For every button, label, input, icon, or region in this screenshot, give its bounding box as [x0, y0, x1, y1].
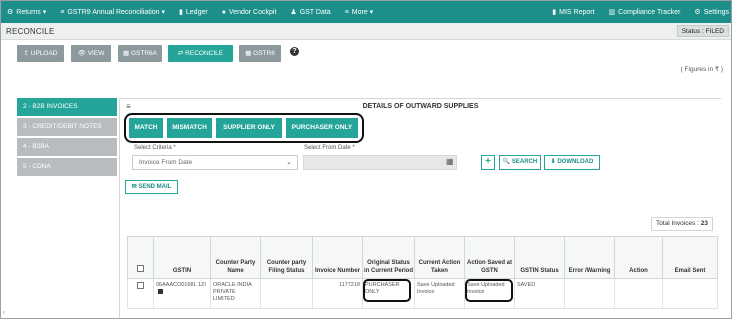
column-header: Action — [614, 236, 663, 279]
gstr6-button[interactable]: ▦ GSTR6 — [239, 45, 281, 62]
nav-ledger[interactable]: ▮ Ledger — [179, 8, 208, 17]
sidebar-item-cdna[interactable]: 5 - CDNA — [17, 158, 117, 176]
invoice-table: GSTIN Counter Party Name Counter party F… — [127, 236, 718, 309]
main-panel: ≡ DETAILS OF OUTWARD SUPPLIES MATCH MISM… — [119, 98, 721, 318]
gstin-cell: 06AAACO0168L 1ZI — [156, 282, 206, 288]
column-header: Email Sent — [662, 236, 718, 279]
table-header-row: GSTIN Counter Party Name Counter party F… — [127, 236, 718, 279]
column-header: Counter Party Name — [210, 236, 261, 279]
download-button[interactable]: ⬇ DOWNLOAD — [544, 155, 600, 170]
email-sent-cell — [662, 278, 718, 309]
page-title: RECONCILE — [6, 27, 55, 36]
nav-returns[interactable]: ⚙ Returns ▾ — [7, 8, 46, 16]
nav-mis-report[interactable]: ▮ MIS Report — [552, 8, 594, 17]
nav-gst-data[interactable]: ♟ GST Data — [290, 8, 330, 17]
column-header: GSTIN — [153, 236, 211, 279]
column-header: Original Status in Current Period — [362, 236, 415, 279]
filing-status-cell — [260, 278, 313, 309]
calendar-icon[interactable]: ▦ — [446, 157, 454, 166]
status-badge: Status : FILED — [676, 25, 729, 37]
scroll-left-arrow[interactable]: ‹ — [3, 310, 5, 316]
action-highlight-box — [465, 279, 513, 302]
nav-gstr9[interactable]: ≡ GSTR9 Annual Reconciliation ▾ — [60, 8, 165, 17]
sidebar: 2 - B2B INVOICES 3 - CREDIT/DEBIT NOTES … — [17, 98, 117, 178]
figures-note: ( Figures in ₹ ) — [680, 66, 723, 73]
counterparty-name-cell: ORACLE INDIA PRIVATE LIMITED — [210, 278, 261, 309]
select-all-checkbox[interactable] — [137, 265, 144, 272]
select-all-header — [127, 236, 154, 279]
sidebar-item-b2ba[interactable]: 4 - B2BA — [17, 138, 117, 156]
nav-vendor-cockpit[interactable]: ● Vendor Cockpit — [222, 9, 277, 16]
column-header: Invoice Number — [312, 236, 363, 279]
sidebar-item-b2b-invoices[interactable]: 2 - B2B INVOICES — [17, 98, 117, 116]
nav-more[interactable]: ≡ More ▾ — [344, 8, 374, 17]
help-icon[interactable]: ? — [290, 47, 299, 56]
chart-icon: ▥ — [608, 9, 616, 16]
upload-button[interactable]: ⇪ UPLOAD — [17, 45, 64, 62]
nav-compliance-tracker[interactable]: ▥ Compliance Tracker — [608, 8, 681, 17]
ledger-icon: ▮ — [179, 9, 183, 16]
gear-icon: ⚙ — [694, 9, 701, 16]
column-header: Current Action Taken — [414, 236, 465, 279]
page-titlebar: RECONCILE Status : FILED — [1, 23, 731, 40]
nav-settings[interactable]: ⚙ Settings — [694, 8, 729, 17]
action-cell[interactable] — [614, 278, 663, 309]
view-button[interactable]: 👁 VIEW — [71, 45, 111, 62]
search-button[interactable]: 🔍 SEARCH — [499, 155, 541, 170]
column-header: Action Saved at GSTN — [464, 236, 515, 279]
from-date-label: Select From Date * — [304, 145, 355, 151]
match-filter-button[interactable]: MATCH — [129, 118, 163, 138]
row-checkbox[interactable] — [137, 282, 144, 289]
criteria-label: Select Criteria * — [134, 145, 176, 151]
supplier-only-filter-button[interactable]: SUPPLIER ONLY — [216, 118, 282, 138]
returns-icon: ⚙ — [7, 9, 14, 16]
app-frame: ⚙ Returns ▾ ≡ GSTR9 Annual Reconciliation … — [0, 0, 732, 319]
chevron-down-icon: ⌄ — [286, 159, 292, 166]
total-invoices: Total Invoices : 23 — [650, 217, 713, 231]
from-date-input[interactable] — [303, 155, 457, 170]
current-action-cell: Save Uploaded Invoice — [414, 278, 465, 309]
gstin-status-cell: SAVED — [514, 278, 565, 309]
menu-icon: ≡ — [344, 8, 349, 16]
invoice-number-cell: 1177218 — [312, 278, 363, 309]
gstr6a-button[interactable]: ▦ GSTR6A — [118, 45, 162, 62]
table-row[interactable]: 06AAACO0168L 1ZI ORACLE INDIA PRIVATE LI… — [127, 278, 718, 309]
menu-icon: ≡ — [60, 8, 65, 16]
edit-icon[interactable] — [158, 289, 163, 294]
sidebar-item-credit-debit-notes[interactable]: 3 - CREDIT/DEBIT NOTES — [17, 118, 117, 136]
error-cell — [564, 278, 615, 309]
panel-title: DETAILS OF OUTWARD SUPPLIES — [362, 103, 479, 110]
send-mail-button[interactable]: ✉ SEND MAIL — [125, 180, 178, 194]
criteria-select[interactable]: Invoice From Date ⌄ — [132, 155, 298, 170]
column-header: GSTIN Status — [514, 236, 565, 279]
column-header: Error /Warning — [564, 236, 615, 279]
column-header: Counter party Filing Status — [260, 236, 313, 279]
top-navbar: ⚙ Returns ▾ ≡ GSTR9 Annual Reconciliation … — [1, 1, 731, 23]
purchaser-only-filter-button[interactable]: PURCHASER ONLY — [286, 118, 358, 138]
vendor-icon: ● — [221, 8, 226, 16]
user-icon: ♟ — [290, 9, 297, 16]
add-button[interactable]: + — [481, 155, 495, 170]
report-icon: ▮ — [552, 9, 557, 16]
status-highlight-box — [363, 279, 411, 302]
mismatch-filter-button[interactable]: MISMATCH — [167, 118, 212, 138]
reconcile-button[interactable]: ⇄ RECONCILE — [168, 45, 233, 62]
